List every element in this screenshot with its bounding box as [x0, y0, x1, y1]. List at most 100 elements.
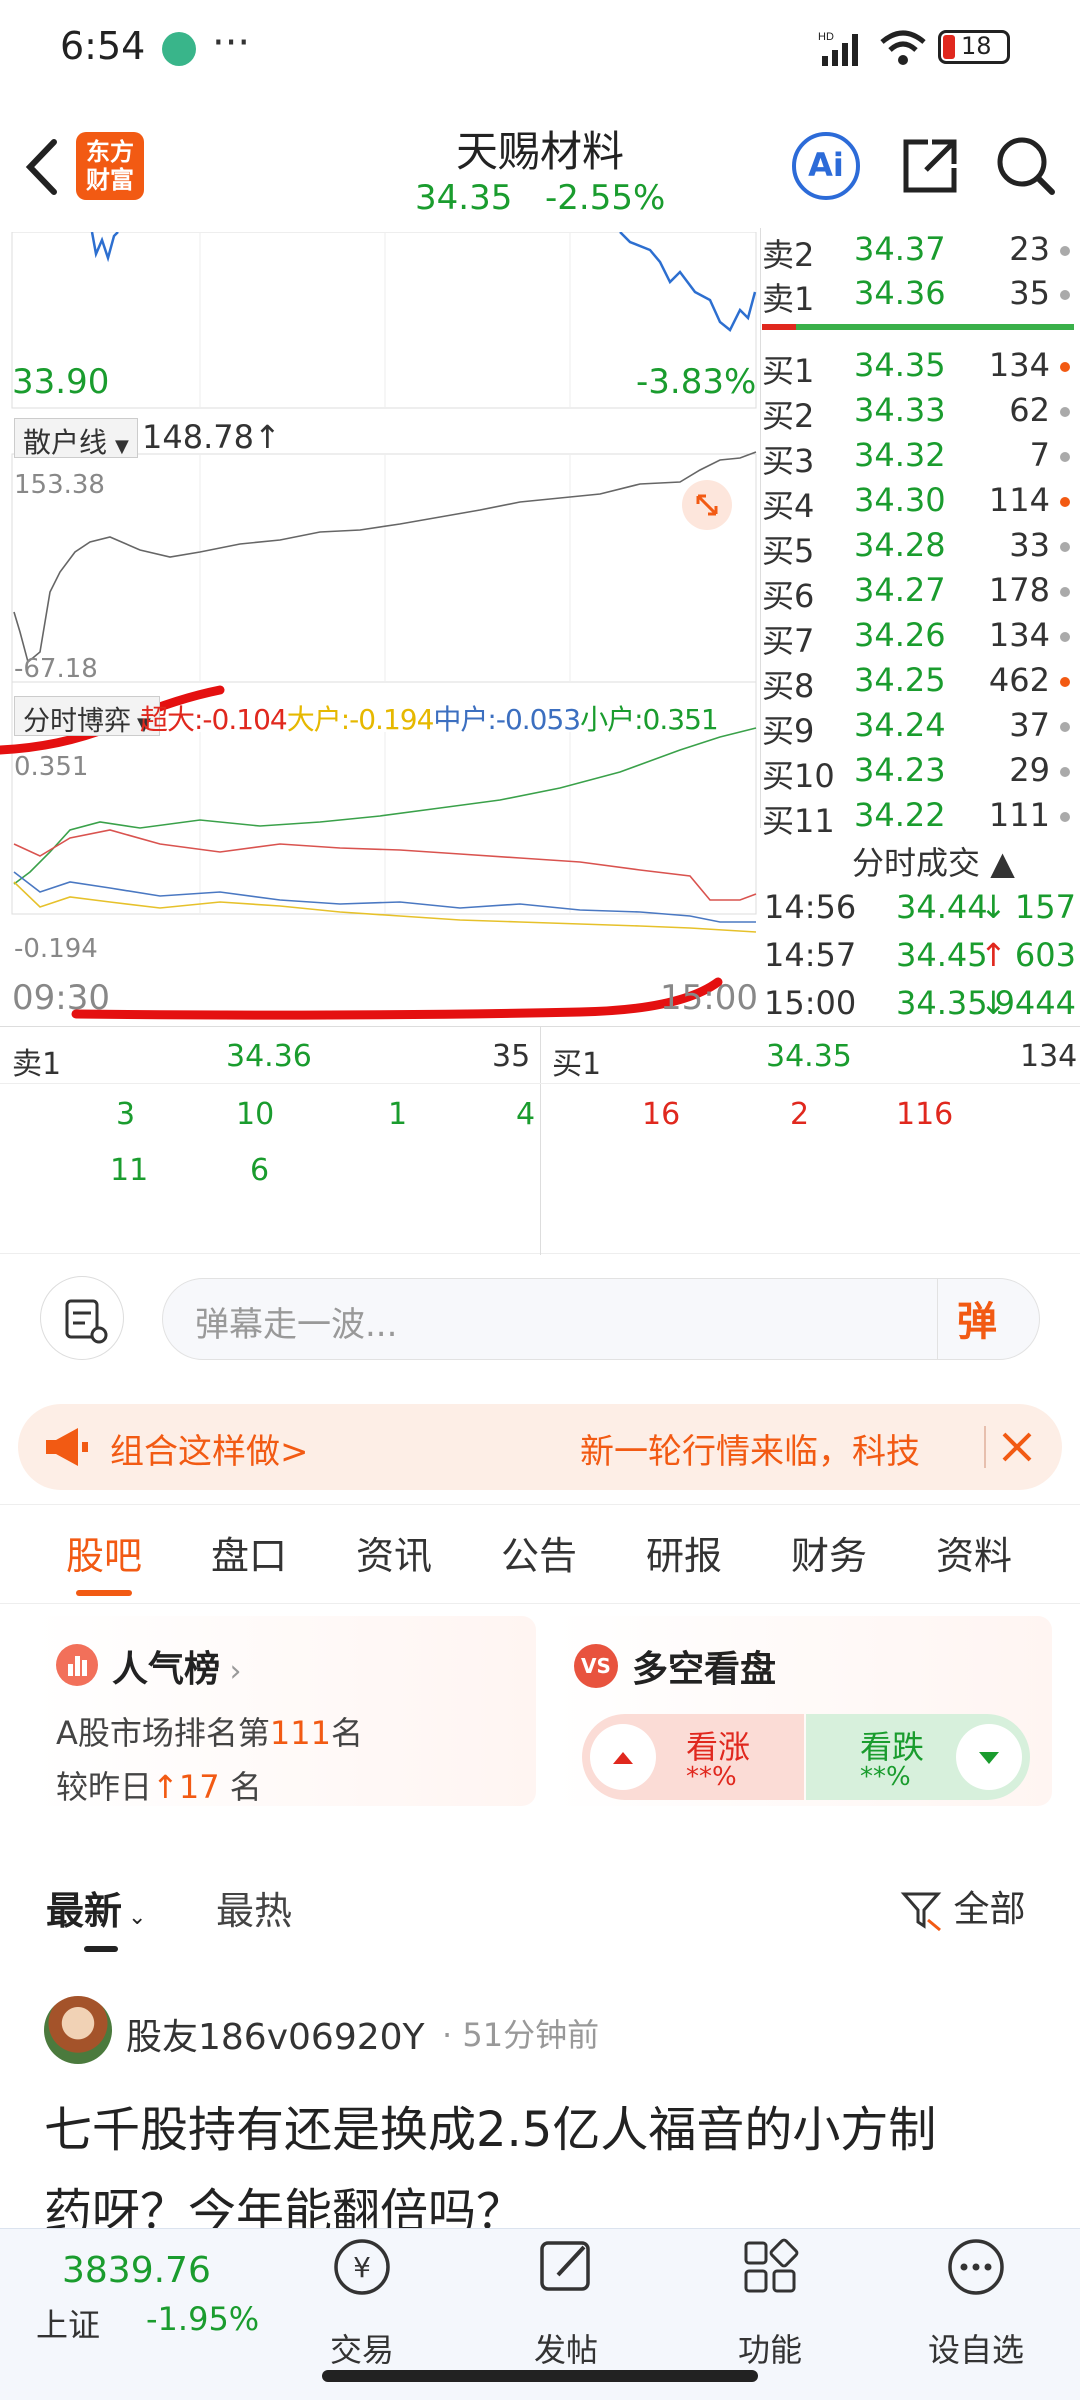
danmaku-placeholder: 弹幕走一波... [195, 1305, 398, 1345]
trade-button[interactable]: ¥ 交易 [292, 2225, 432, 2369]
popularity-title: 人气榜 › [112, 1649, 242, 1690]
trade-icon: ¥ [334, 2239, 390, 2295]
search-icon[interactable] [994, 134, 1058, 198]
buy-order: 16 [642, 1097, 681, 1132]
promo-banner[interactable]: 组合这样做> 新一轮行情来临，科技 [18, 1404, 1062, 1490]
bid-row[interactable]: 买11 34.22 111 [762, 796, 1072, 841]
active-tab-indicator [76, 1590, 132, 1596]
danmaku-send-button[interactable]: 弹 [957, 1289, 1017, 1349]
signal-icon: HD [818, 30, 866, 66]
bid-row[interactable]: 买1 34.35 134 [762, 346, 1072, 391]
stock-change: -2.55% [545, 178, 666, 218]
megaphone-icon [42, 1424, 92, 1470]
features-button[interactable]: 功能 [700, 2225, 840, 2369]
post-time: · 51分钟前 [442, 2016, 600, 2054]
post-button[interactable]: 发帖 [496, 2225, 636, 2369]
bid-row[interactable]: 买6 34.27 178 [762, 571, 1072, 616]
sell-order: 3 [116, 1097, 136, 1132]
sentiment-card: VS 多空看盘 看涨 **% 看跌 **% [552, 1616, 1052, 1806]
tab-research[interactable]: 研报 [634, 1525, 734, 1580]
tab-pankou[interactable]: 盘口 [199, 1525, 299, 1580]
tick-row: 15:00 34.35 ↓ 9444 [764, 984, 1076, 1022]
home-indicator [322, 2370, 758, 2382]
bid-row[interactable]: 买5 34.28 33 [762, 526, 1072, 571]
sentiment-title: 多空看盘 [632, 1649, 777, 1690]
bid-row[interactable]: 买3 34.32 7 [762, 436, 1072, 481]
ask-row[interactable]: 卖1 34.36 35 [762, 274, 1072, 319]
battery-icon: 18 [938, 30, 1010, 64]
stock-price: 34.35 [415, 178, 513, 218]
svg-text:HD: HD [818, 31, 834, 43]
post-author[interactable]: 股友186v06920Y [126, 2008, 425, 2060]
sort-hot[interactable]: 最热 [216, 1880, 292, 1935]
danmaku-input[interactable]: 弹幕走一波... 弹 [162, 1278, 1040, 1360]
buy-order: 116 [896, 1097, 954, 1132]
flow-indicator-selector[interactable]: 分时博弈 ▼ [14, 696, 160, 737]
filter-button[interactable]: 全部 [900, 1880, 1025, 1932]
ticks-header[interactable]: 分时成交 ▲ [852, 838, 1015, 884]
sell-queue-label: 卖1 [12, 1047, 62, 1082]
tab-finance[interactable]: 财务 [779, 1525, 879, 1580]
chart-low-pct: -3.83% [636, 362, 757, 402]
bid-row[interactable]: 买10 34.23 29 [762, 751, 1072, 796]
bear-value: **% [860, 1762, 911, 1792]
bid-row[interactable]: 买2 34.33 62 [762, 391, 1072, 436]
sort-latest[interactable]: 最新 ⌄ [46, 1880, 146, 1935]
stock-header: 东方 财富 天赐材料 34.35 -2.55% Ai [0, 110, 1080, 230]
index-value: 3839.76 [62, 2250, 211, 2291]
retail-bottom-value: -67.18 [14, 654, 98, 684]
svg-text:¥: ¥ [353, 2251, 371, 2284]
index-widget[interactable]: 3839.76 上证 -1.95% [30, 2228, 260, 2358]
tick-row: 14:56 34.44 ↓ 157 [764, 888, 1076, 926]
bar-chart-icon [56, 1644, 98, 1686]
flow-big: 大户:-0.194 [286, 703, 435, 736]
popularity-card[interactable]: 人气榜 › A股市场排名第111名 较昨日↑17 名 [32, 1616, 536, 1806]
tab-announcements[interactable]: 公告 [489, 1525, 589, 1580]
status-time: 6:54 [60, 24, 146, 68]
bid-row[interactable]: 买7 34.26 134 [762, 616, 1072, 661]
flow-bottom-value: -0.194 [14, 934, 98, 964]
index-name: 上证 [36, 2306, 101, 2344]
expand-icon[interactable] [682, 480, 732, 530]
tab-news[interactable]: 资讯 [344, 1525, 444, 1580]
flow-super: 超大:-0.104 [140, 703, 288, 736]
bid-row[interactable]: 买8 34.25 462 [762, 661, 1072, 706]
sort-latest-indicator [84, 1946, 118, 1952]
grid-icon [744, 2238, 799, 2293]
wifi-icon [878, 28, 928, 68]
retail-top-value: 153.38 [14, 470, 105, 500]
close-icon[interactable] [996, 1426, 1038, 1468]
ask-row[interactable]: 卖2 34.37 23 [762, 230, 1072, 275]
bid-row[interactable]: 买4 34.30 114 [762, 481, 1072, 526]
popularity-rank: A股市场排名第111名 [56, 1714, 363, 1752]
flow-top-value: 0.351 [14, 752, 89, 782]
sell-order: 1 [388, 1097, 408, 1132]
flow-small: 小户:0.351 [580, 703, 719, 736]
more-icon [948, 2239, 1004, 2295]
ai-assistant-button[interactable]: Ai [792, 132, 860, 200]
sell-queue-volume: 35 [492, 1039, 531, 1074]
bear-button[interactable]: 看跌 **% [806, 1714, 1030, 1800]
sell-order: 10 [236, 1097, 275, 1132]
tab-guba[interactable]: 股吧 [54, 1525, 154, 1580]
promo-right-text: 新一轮行情来临，科技 [580, 1432, 920, 1472]
filter-icon [900, 1892, 942, 1932]
time-axis-start: 09:30 [12, 978, 110, 1018]
retail-indicator-selector[interactable]: 散户线 ▼ [14, 418, 138, 459]
bull-button[interactable]: 看涨 **% [582, 1714, 804, 1800]
add-watchlist-button[interactable]: 设自选 [906, 2225, 1046, 2369]
post-avatar[interactable] [44, 1996, 112, 2064]
tick-row: 14:57 34.45 ↑ 603 [764, 936, 1076, 974]
share-icon[interactable] [898, 134, 962, 198]
promo-left-text: 组合这样做> [110, 1432, 309, 1472]
danmaku-settings-button[interactable] [40, 1276, 124, 1360]
popularity-change: 较昨日↑17 名 [56, 1768, 262, 1806]
bid-row[interactable]: 买9 34.24 37 [762, 706, 1072, 751]
sell-order: 6 [250, 1153, 270, 1188]
post-title-line1[interactable]: 七千股持有还是换成2.5亿人福音的小方制 [44, 2090, 936, 2160]
tab-profile[interactable]: 资料 [924, 1525, 1024, 1580]
vs-icon: VS [574, 1644, 618, 1688]
bull-value: **% [686, 1762, 737, 1792]
battery-level: 18 [961, 32, 992, 60]
bid-ask-ratio-bar [762, 324, 1074, 330]
